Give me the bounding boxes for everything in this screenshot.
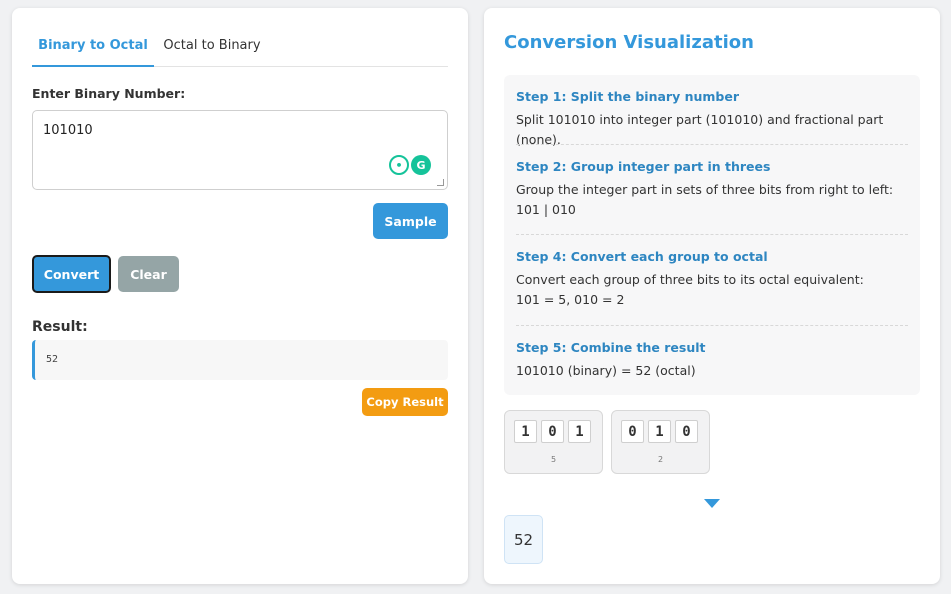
- tab-bar: Binary to Octal Octal to Binary: [32, 30, 448, 67]
- tab-binary-to-octal[interactable]: Binary to Octal: [32, 30, 154, 67]
- arrow-down-icon: [704, 499, 720, 508]
- step-title: Step 2: Group integer part in threes: [516, 159, 771, 174]
- step-split: Step 1: Split the binary number Split 10…: [516, 89, 908, 150]
- group-octal-value: 2: [657, 455, 664, 464]
- bit-cell: 1: [568, 420, 591, 443]
- binary-input-value: 101010: [43, 123, 93, 138]
- final-octal-result: 52: [504, 515, 543, 564]
- resize-handle[interactable]: [437, 179, 444, 186]
- bit-group: 1 0 1: [514, 420, 591, 443]
- visualization-panel: Conversion Visualization Step 1: Split t…: [484, 8, 940, 584]
- bit-cell: 0: [621, 420, 644, 443]
- bit-cell: 1: [648, 420, 671, 443]
- step-divider: [516, 234, 908, 235]
- step-convert: Step 4: Convert each group to octal Conv…: [516, 249, 908, 310]
- bit-cell: 1: [514, 420, 537, 443]
- converter-panel: Binary to Octal Octal to Binary Enter Bi…: [12, 8, 468, 584]
- tab-octal-to-binary[interactable]: Octal to Binary: [162, 30, 262, 67]
- result-output: 52: [32, 340, 448, 380]
- extension-icons: • G: [389, 155, 431, 175]
- grammarly-bulb-icon[interactable]: •: [389, 155, 409, 175]
- step-divider: [516, 144, 908, 145]
- bit-cell: 0: [541, 420, 564, 443]
- clear-button[interactable]: Clear: [118, 256, 179, 292]
- convert-button[interactable]: Convert: [32, 255, 111, 293]
- step-text: 101010 (binary) = 52 (octal): [516, 363, 696, 378]
- step-group: Step 2: Group integer part in threes Gro…: [516, 159, 908, 220]
- group-octal-value: 5: [550, 455, 557, 464]
- step-title: Step 4: Convert each group to octal: [516, 249, 768, 264]
- sample-button[interactable]: Sample: [373, 203, 448, 239]
- binary-input-label: Enter Binary Number:: [32, 86, 186, 101]
- step-title: Step 1: Split the binary number: [516, 89, 739, 104]
- step-text-line: 101 = 5, 010 = 2: [516, 292, 625, 307]
- visualization-title: Conversion Visualization: [504, 32, 754, 53]
- bit-group-card: 0 1 0 2: [611, 410, 710, 474]
- bit-group-card: 1 0 1 5: [504, 410, 603, 474]
- step-text-line: Convert each group of three bits to its …: [516, 272, 864, 287]
- grammarly-g-icon[interactable]: G: [411, 155, 431, 175]
- bit-group: 0 1 0: [621, 420, 698, 443]
- step-divider: [516, 325, 908, 326]
- binary-input[interactable]: 101010 • G: [32, 110, 448, 190]
- steps-list: Step 1: Split the binary number Split 10…: [504, 75, 920, 395]
- step-combine: Step 5: Combine the result 101010 (binar…: [516, 340, 908, 381]
- step-text: Convert each group of three bits to its …: [516, 270, 908, 310]
- result-label: Result:: [32, 319, 88, 335]
- step-text: Group the integer part in sets of three …: [516, 182, 894, 217]
- copy-result-button[interactable]: Copy Result: [362, 388, 448, 416]
- bit-cell: 0: [675, 420, 698, 443]
- step-title: Step 5: Combine the result: [516, 340, 706, 355]
